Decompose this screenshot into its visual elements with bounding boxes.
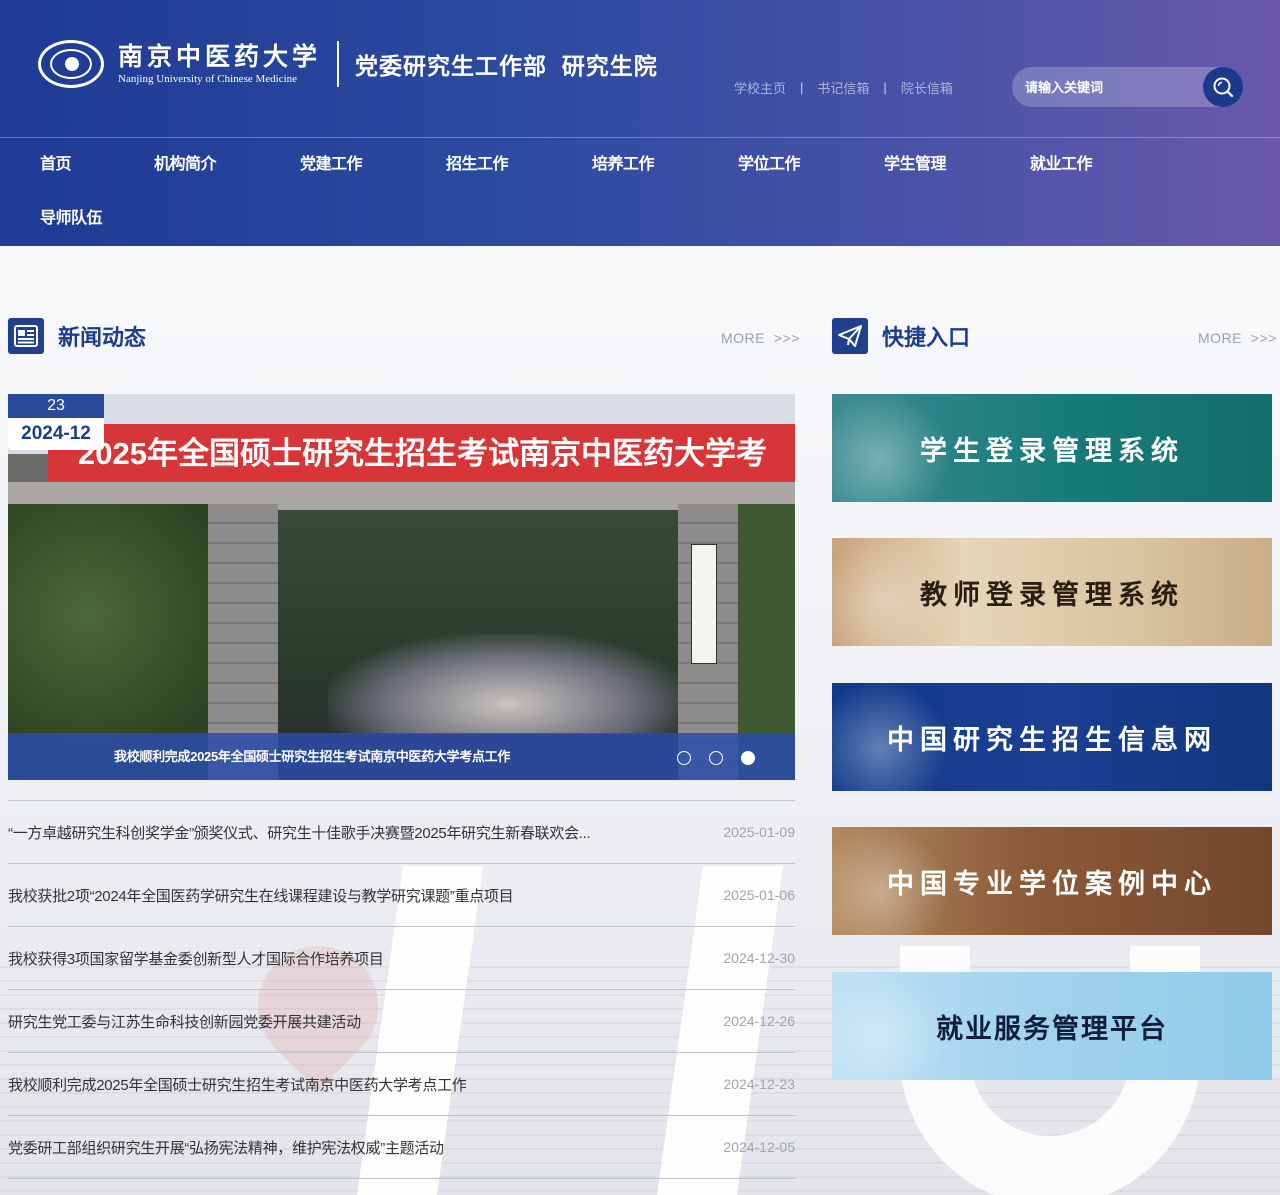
quick-more-link[interactable]: MORE >>> [1198, 330, 1277, 346]
nav-item-supervisors[interactable]: 导师队伍 [40, 192, 186, 246]
search-button[interactable] [1203, 67, 1243, 107]
employment-service-platform-banner[interactable]: 就业服务管理平台 [832, 972, 1272, 1080]
news-item-date: 2025-01-06 [723, 887, 795, 903]
list-item[interactable]: 我校顺利完成2025年全国硕士研究生招生考试南京中医药大学考点工作 2024-12… [8, 1053, 795, 1116]
search-box [1012, 67, 1243, 107]
slider-pagination [677, 751, 755, 765]
news-header: 新闻动态 [8, 318, 146, 354]
nav-item-training[interactable]: 培养工作 [592, 138, 738, 192]
nav-item-admissions[interactable]: 招生工作 [446, 138, 592, 192]
top-links: 学校主页 | 书记信箱 | 院长信箱 [734, 78, 953, 97]
link-separator: | [883, 80, 887, 95]
slider-dot[interactable] [677, 751, 691, 765]
paper-plane-icon [832, 318, 868, 354]
nav-item-about[interactable]: 机构简介 [154, 138, 300, 192]
banner-label: 中国研究生招生信息网 [887, 724, 1217, 756]
student-login-system-banner[interactable]: 学生登录管理系统 [832, 394, 1272, 502]
logo-text: 南京中医药大学 Nanjing University of Chinese Me… [118, 42, 321, 86]
banner-label: 学生登录管理系统 [920, 435, 1184, 467]
news-list: “一方卓越研究生科创奖学金”颁奖仪式、研究生十佳歌手决赛暨2025年研究生新春联… [8, 800, 795, 1179]
list-item[interactable]: 我校获批2项“2024年全国医药学研究生在线课程建设与教学研究课题”重点项目 20… [8, 864, 795, 927]
news-item-title[interactable]: 研究生党工委与江苏生命科技创新园党委开展共建活动 [8, 1011, 361, 1032]
news-item-date: 2024-12-30 [723, 950, 795, 966]
university-emblem-icon [38, 40, 104, 88]
news-item-title[interactable]: 我校获批2项“2024年全国医药学研究生在线课程建设与教学研究课题”重点项目 [8, 885, 513, 906]
banner-label: 中国专业学位案例中心 [887, 868, 1217, 900]
search-input[interactable] [1025, 79, 1195, 95]
slide-date-day: 23 [8, 394, 104, 418]
graduate-admission-info-banner[interactable]: 中国研究生招生信息网 [832, 683, 1272, 791]
news-item-title[interactable]: 党委研工部组织研究生开展“弘扬宪法精神，维护宪法权威”主题活动 [8, 1137, 444, 1158]
quick-header: 快捷入口 [832, 318, 970, 354]
news-item-date: 2024-12-26 [723, 1013, 795, 1029]
link-secretary-mailbox[interactable]: 书记信箱 [817, 78, 869, 97]
news-item-date: 2024-12-05 [723, 1139, 795, 1155]
slide-photo-sign [691, 544, 717, 664]
newspaper-icon [8, 318, 44, 354]
nav-item-home[interactable]: 首页 [40, 138, 154, 192]
site-logo[interactable]: 南京中医药大学 Nanjing University of Chinese Me… [38, 40, 658, 88]
nav-item-student-management[interactable]: 学生管理 [884, 138, 1030, 192]
news-item-title[interactable]: 我校顺利完成2025年全国硕士研究生招生考试南京中医药大学考点工作 [8, 1074, 466, 1095]
list-item[interactable]: 研究生党工委与江苏生命科技创新园党委开展共建活动 2024-12-26 [8, 990, 795, 1053]
list-item[interactable]: 我校获得3项国家留学基金委创新型人才国际合作培养项目 2024-12-30 [8, 927, 795, 990]
link-dean-mailbox[interactable]: 院长信箱 [901, 78, 953, 97]
teacher-login-system-banner[interactable]: 教师登录管理系统 [832, 538, 1272, 646]
banner-decoration [832, 972, 952, 1080]
quick-section-title: 快捷入口 [882, 325, 971, 350]
site-header: 南京中医药大学 Nanjing University of Chinese Me… [0, 0, 1280, 246]
search-icon [1213, 77, 1234, 98]
slider-dot-active[interactable] [741, 751, 755, 765]
school-name-cn: 南京中医药大学 [118, 42, 322, 71]
news-item-title[interactable]: 我校获得3项国家留学基金委创新型人才国际合作培养项目 [8, 948, 384, 969]
slide-photo-banner: 2025年全国硕士研究生招生考试南京中医药大学考 [48, 424, 795, 484]
banner-label: 教师登录管理系统 [920, 579, 1184, 611]
news-item-date: 2024-12-23 [723, 1076, 795, 1092]
news-section-title: 新闻动态 [58, 325, 147, 350]
news-item-date: 2025-01-09 [723, 824, 795, 840]
list-item[interactable]: 党委研工部组织研究生开展“弘扬宪法精神，维护宪法权威”主题活动 2024-12-0… [8, 1116, 795, 1179]
banner-label: 就业服务管理平台 [936, 1013, 1168, 1045]
link-separator: | [800, 80, 804, 95]
slide-date-year-month: 2024-12 [8, 418, 104, 450]
school-name-en: Nanjing University of Chinese Medicine [118, 73, 298, 85]
link-school-home[interactable]: 学校主页 [734, 78, 786, 97]
slider-dot[interactable] [709, 751, 723, 765]
slide-photo-crowd [328, 634, 688, 734]
slide-date-tag: 23 2024-12 [8, 394, 104, 450]
main-nav: 首页 机构简介 党建工作 招生工作 培养工作 学位工作 学生管理 就业工作 导师… [40, 138, 1270, 246]
logo-divider [337, 41, 340, 87]
department-title: 党委研究生工作部 研究生院 [355, 53, 658, 79]
list-item[interactable]: “一方卓越研究生科创奖学金”颁奖仪式、研究生十佳歌手决赛暨2025年研究生新春联… [8, 801, 795, 864]
nav-item-degree[interactable]: 学位工作 [738, 138, 884, 192]
nav-item-party-building[interactable]: 党建工作 [300, 138, 446, 192]
news-more-link[interactable]: MORE >>> [721, 330, 800, 346]
news-item-title[interactable]: “一方卓越研究生科创奖学金”颁奖仪式、研究生十佳歌手决赛暨2025年研究生新春联… [8, 822, 590, 843]
news-slider[interactable]: 2025年全国硕士研究生招生考试南京中医药大学考 23 2024-12 我校顺利… [8, 394, 795, 780]
professional-degree-case-center-banner[interactable]: 中国专业学位案例中心 [832, 827, 1272, 935]
nav-item-employment[interactable]: 就业工作 [1030, 138, 1176, 192]
